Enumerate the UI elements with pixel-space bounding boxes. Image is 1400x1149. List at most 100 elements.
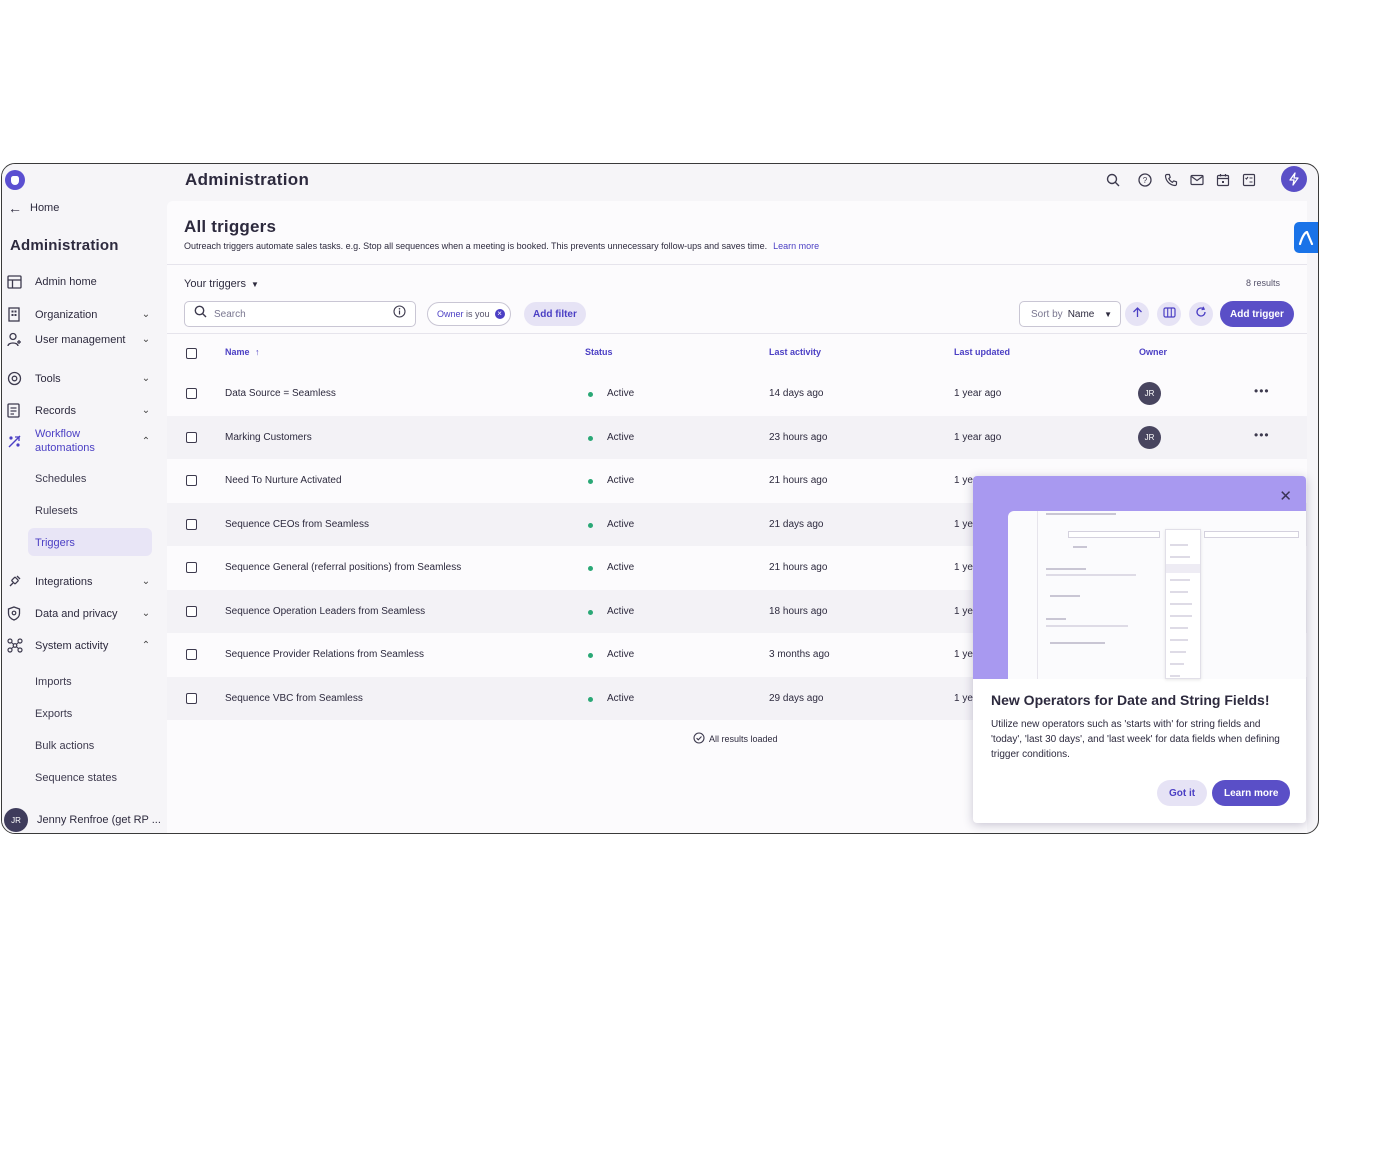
status-text: Active [607,475,635,486]
last-updated: 1 ye [954,562,973,573]
sidebar-item-data-privacy[interactable]: Data and privacy ⌄ [7,606,153,621]
sidebar-item-admin-home[interactable]: Admin home [7,275,153,289]
sidebar-subitem-bulk-actions[interactable]: Bulk actions [35,740,94,752]
sort-direction-button[interactable] [1125,302,1149,326]
more-options-icon[interactable]: ••• [1254,384,1270,398]
chevron-up-icon[interactable]: ⌃ [139,640,153,651]
close-icon[interactable]: ✕ [1279,487,1292,505]
caret-down-icon: ▼ [250,279,259,289]
column-header-status[interactable]: Status [585,347,613,357]
extension-tab-icon[interactable] [1294,222,1318,253]
row-checkbox[interactable] [186,475,197,486]
trigger-name[interactable]: Data Source = Seamless [225,388,336,399]
trigger-name[interactable]: Sequence General (referral positions) fr… [225,562,461,573]
chevron-down-icon[interactable]: ⌄ [139,608,153,619]
trigger-name[interactable]: Sequence Provider Relations from Seamles… [225,649,424,660]
more-options-icon[interactable]: ••• [1254,428,1270,442]
add-filter-button[interactable]: Add filter [524,302,586,326]
page-description: Outreach triggers automate sales tasks. … [184,241,819,251]
mail-icon[interactable] [1187,170,1206,189]
trigger-name[interactable]: Sequence CEOs from Seamless [225,519,369,530]
chevron-down-icon[interactable]: ⌄ [139,405,153,416]
row-checkbox[interactable] [186,518,197,530]
sidebar-title: Administration [10,237,119,254]
results-count: 8 results [1245,278,1280,288]
learn-more-button[interactable]: Learn more [1212,780,1291,806]
sidebar-subitem-exports[interactable]: Exports [35,708,72,720]
sidebar-item-user-management[interactable]: User management ⌄ [7,332,153,347]
preview-line [1050,595,1080,597]
calendar-icon[interactable] [1213,170,1232,189]
user-profile[interactable]: JR Jenny Renfroe (get RP ... [4,808,161,832]
phone-icon[interactable] [1161,170,1180,189]
caret-down-icon: ▼ [1104,309,1112,319]
search-input[interactable]: Search [214,309,393,320]
status-text: Active [607,562,635,573]
sidebar-item-integrations[interactable]: Integrations ⌄ [7,574,153,589]
learn-more-link[interactable]: Learn more [773,241,819,251]
trigger-name[interactable]: Sequence VBC from Seamless [225,693,363,704]
sidebar-item-records[interactable]: Records ⌄ [7,403,153,418]
home-link[interactable]: ← Home [8,200,59,216]
sort-select[interactable]: Sort by Name ▼ [1019,301,1121,327]
trigger-name[interactable]: Sequence Operation Leaders from Seamless [225,606,425,617]
columns-button[interactable] [1157,302,1181,326]
sidebar-subitem-sequence-states[interactable]: Sequence states [35,772,117,784]
row-checkbox[interactable] [186,562,197,573]
last-updated: 1 ye [954,605,973,617]
select-all-checkbox[interactable] [186,348,197,359]
sidebar-subitem-imports[interactable]: Imports [35,676,72,688]
table-row[interactable]: Data Source = Seamless Active 14 days ag… [167,372,1307,416]
sidebar-item-label: System activity [35,639,109,652]
help-icon[interactable]: ? [1135,170,1154,189]
table-header: Name ↑ Status Last activity Last updated… [167,334,1307,372]
chevron-down-icon[interactable]: ⌄ [139,576,153,587]
column-header-name[interactable]: Name ↑ [225,347,260,357]
trigger-name[interactable]: Marking Customers [225,432,312,443]
chevron-up-icon[interactable]: ⌃ [139,436,153,447]
remove-filter-icon[interactable]: × [494,309,505,319]
sidebar-item-workflow-automations[interactable]: Workflow automations ⌃ [7,427,153,455]
last-activity: 21 hours ago [769,562,828,573]
status-text: Active [607,388,635,399]
tasks-icon[interactable] [1239,170,1258,189]
sidebar-item-system-activity[interactable]: System activity ⌃ [7,638,153,653]
preview-field [1204,531,1299,538]
preview-line [1073,546,1087,548]
preview-sidebar [1008,511,1038,679]
loaded-text: All results loaded [709,734,778,744]
sidebar-item-tools[interactable]: Tools ⌄ [7,371,153,386]
column-header-last-activity[interactable]: Last activity [769,347,821,357]
owner-filter-chip[interactable]: Owner is you × [427,302,511,326]
row-checkbox[interactable] [186,431,197,443]
column-header-owner[interactable]: Owner [1139,347,1167,357]
preview-option [1170,603,1192,605]
announcement-popup: ✕ New Operators for Date and String Fiel… [973,476,1306,823]
info-icon[interactable] [393,305,406,323]
trigger-name[interactable]: Need To Nurture Activated [225,475,342,486]
search-icon[interactable] [1103,170,1122,189]
sidebar-subitem-schedules[interactable]: Schedules [35,473,86,485]
row-checkbox[interactable] [186,692,197,704]
column-header-last-updated[interactable]: Last updated [954,347,1010,357]
add-trigger-button[interactable]: Add trigger [1220,301,1294,327]
row-checkbox[interactable] [186,649,197,660]
table-row[interactable]: Marking Customers Active 23 hours ago 1 … [167,415,1307,459]
view-selector[interactable]: Your triggers ▼ [184,278,259,290]
row-checkbox[interactable] [186,605,197,617]
bolt-icon[interactable] [1281,166,1307,192]
last-activity: 23 hours ago [769,431,828,443]
outreach-logo[interactable] [5,170,25,190]
row-checkbox[interactable] [186,388,197,399]
refresh-button[interactable] [1189,302,1213,326]
sidebar-subitem-rulesets[interactable]: Rulesets [35,505,78,517]
sidebar-subitem-triggers[interactable]: Triggers [35,537,75,549]
got-it-button[interactable]: Got it [1157,780,1208,806]
activity-icon [7,638,35,653]
chevron-down-icon[interactable]: ⌄ [139,309,153,320]
search-field[interactable]: Search [184,301,416,327]
sidebar-item-organization[interactable]: Organization ⌄ [7,307,153,322]
chevron-down-icon[interactable]: ⌄ [139,334,153,345]
chevron-down-icon[interactable]: ⌄ [139,373,153,384]
status-dot [588,522,593,528]
